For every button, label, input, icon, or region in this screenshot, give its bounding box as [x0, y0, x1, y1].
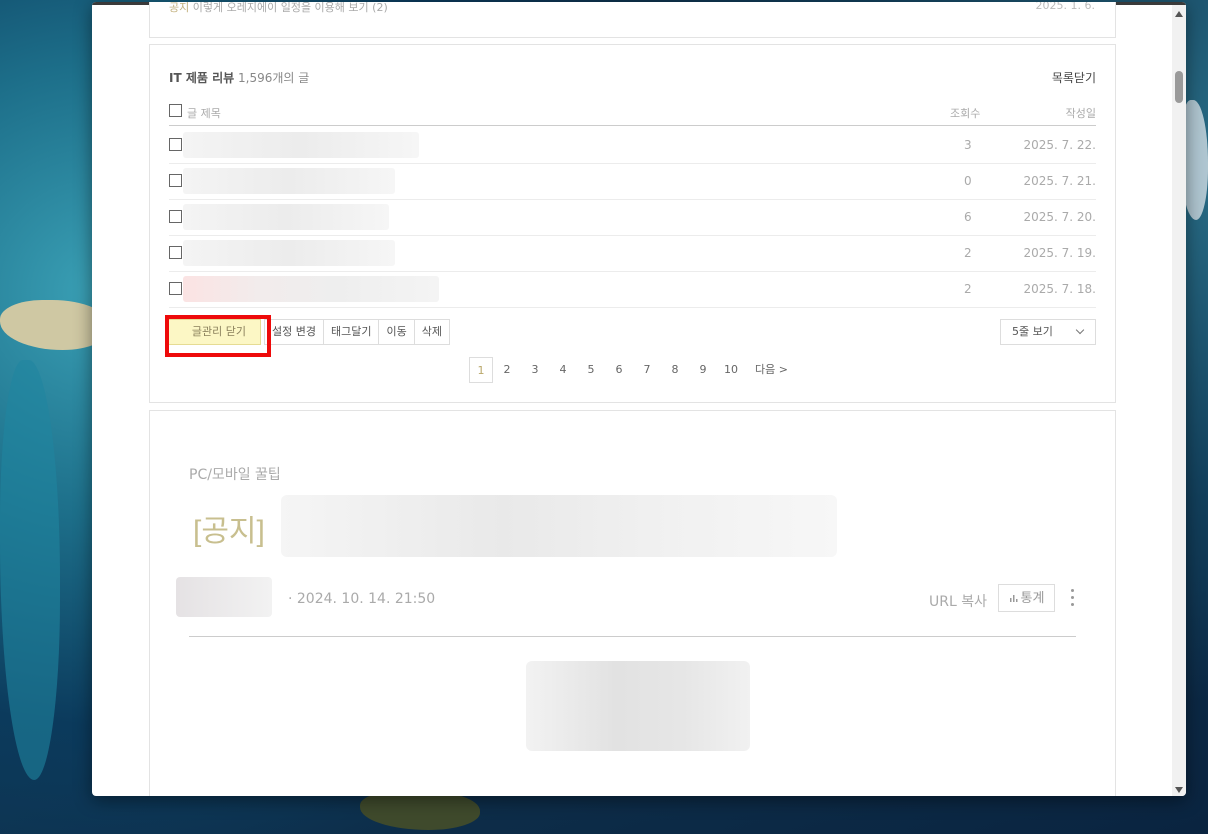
previous-post-date: 2025. 1. 6. [1035, 2, 1095, 12]
page-2[interactable]: 2 [493, 357, 521, 383]
previous-post-panel: 공지 이렇게 오레지에이 일정을 이용해 보기 (2) 2025. 1. 6. [149, 2, 1116, 38]
settings-button[interactable]: 설정 변경 [264, 319, 324, 345]
row-views: 3 [964, 138, 972, 152]
blurred-post-title [281, 495, 837, 557]
manage-toolbar: 글관리 닫기 설정 변경 태그달기 이동 삭제 [165, 315, 450, 357]
table-row[interactable]: 3 2025. 7. 22. [169, 127, 1096, 164]
stats-button[interactable]: 통계 [998, 584, 1055, 612]
post-title-prefix: [공지] [193, 515, 265, 548]
row-date: 2025. 7. 18. [1023, 282, 1096, 296]
header-views: 조회수 [950, 107, 981, 120]
blurred-post-title [183, 276, 439, 302]
page-4[interactable]: 4 [549, 357, 577, 383]
row-date: 2025. 7. 20. [1023, 210, 1096, 224]
chart-icon [1009, 595, 1018, 602]
more-vertical-icon[interactable] [1069, 589, 1075, 609]
list-header: 글 제목 조회수 작성일 [169, 101, 1096, 126]
blurred-post-title [183, 132, 419, 158]
page-6[interactable]: 6 [605, 357, 633, 383]
blurred-post-title [183, 168, 395, 194]
page-3[interactable]: 3 [521, 357, 549, 383]
tag-button[interactable]: 태그달기 [322, 319, 380, 345]
previous-post-text: 이렇게 오레지에이 일정을 이용해 보기 (2) [192, 2, 388, 14]
row-views: 2 [964, 282, 972, 296]
rows-per-page-value: 5줄 보기 [1012, 325, 1053, 338]
pagination: 1 2 3 4 5 6 7 8 9 10 다음 > [469, 357, 788, 383]
post-list-panel: IT 제품 리뷰 1,596개의 글 목록닫기 글 제목 조회수 작성일 3 2… [149, 44, 1116, 403]
header-date: 작성일 [1065, 107, 1096, 120]
row-date: 2025. 7. 22. [1023, 138, 1096, 152]
list-count: 1,596개의 글 [238, 71, 310, 85]
scroll-thumb[interactable] [1175, 71, 1183, 103]
select-all-checkbox[interactable] [169, 104, 182, 117]
table-row[interactable]: 2 2025. 7. 19. [169, 235, 1096, 272]
close-list-link[interactable]: 목록닫기 [1052, 69, 1096, 86]
background-reef [0, 360, 60, 780]
scroll-down-icon[interactable] [1175, 787, 1183, 793]
background-island [360, 790, 480, 830]
row-checkbox[interactable] [169, 210, 182, 223]
blurred-author [176, 577, 272, 617]
row-views: 2 [964, 246, 972, 260]
page-7[interactable]: 7 [633, 357, 661, 383]
blurred-post-title [183, 240, 395, 266]
table-row[interactable]: 2 2025. 7. 18. [169, 271, 1096, 308]
browser-window: 공지 이렇게 오레지에이 일정을 이용해 보기 (2) 2025. 1. 6. … [92, 2, 1186, 796]
page-10[interactable]: 10 [717, 357, 745, 383]
close-manage-button[interactable]: 글관리 닫기 [168, 319, 261, 345]
row-checkbox[interactable] [169, 138, 182, 151]
header-title: 글 제목 [187, 107, 221, 120]
row-checkbox[interactable] [169, 246, 182, 259]
row-checkbox[interactable] [169, 282, 182, 295]
row-views: 6 [964, 210, 972, 224]
list-category: IT 제품 리뷰 [169, 71, 235, 85]
move-button[interactable]: 이동 [378, 319, 415, 345]
post-category[interactable]: PC/모바일 꿀팁 [189, 464, 281, 484]
post-divider [189, 636, 1076, 637]
rows-per-page-select[interactable]: 5줄 보기 [1000, 319, 1096, 345]
chevron-down-icon [1075, 325, 1085, 335]
delete-button[interactable]: 삭제 [413, 319, 450, 345]
blurred-post-image [526, 661, 750, 751]
row-date: 2025. 7. 19. [1023, 246, 1096, 260]
stats-label: 통계 [1020, 591, 1045, 606]
row-views: 0 [964, 174, 972, 188]
notice-label: 공지 [169, 2, 190, 14]
url-copy-link[interactable]: URL 복사 [929, 591, 987, 611]
scroll-up-icon[interactable] [1175, 11, 1183, 17]
previous-post-row[interactable]: 공지 이렇게 오레지에이 일정을 이용해 보기 (2) [169, 2, 388, 15]
post-date: · 2024. 10. 14. 21:50 [288, 591, 436, 607]
row-checkbox[interactable] [169, 174, 182, 187]
page-8[interactable]: 8 [661, 357, 689, 383]
table-row[interactable]: 0 2025. 7. 21. [169, 163, 1096, 200]
page-9[interactable]: 9 [689, 357, 717, 383]
table-row[interactable]: 6 2025. 7. 20. [169, 199, 1096, 236]
post-panel: PC/모바일 꿀팁 [공지] · 2024. 10. 14. 21:50 URL… [149, 410, 1116, 796]
blurred-post-title [183, 204, 389, 230]
close-manage-wrapper: 글관리 닫기 [165, 315, 271, 357]
row-date: 2025. 7. 21. [1023, 174, 1096, 188]
next-page-link[interactable]: 다음 > [745, 357, 788, 383]
page-1[interactable]: 1 [469, 357, 493, 383]
list-title: IT 제품 리뷰 1,596개의 글 [169, 69, 309, 86]
vertical-scrollbar[interactable] [1172, 5, 1186, 796]
page-5[interactable]: 5 [577, 357, 605, 383]
